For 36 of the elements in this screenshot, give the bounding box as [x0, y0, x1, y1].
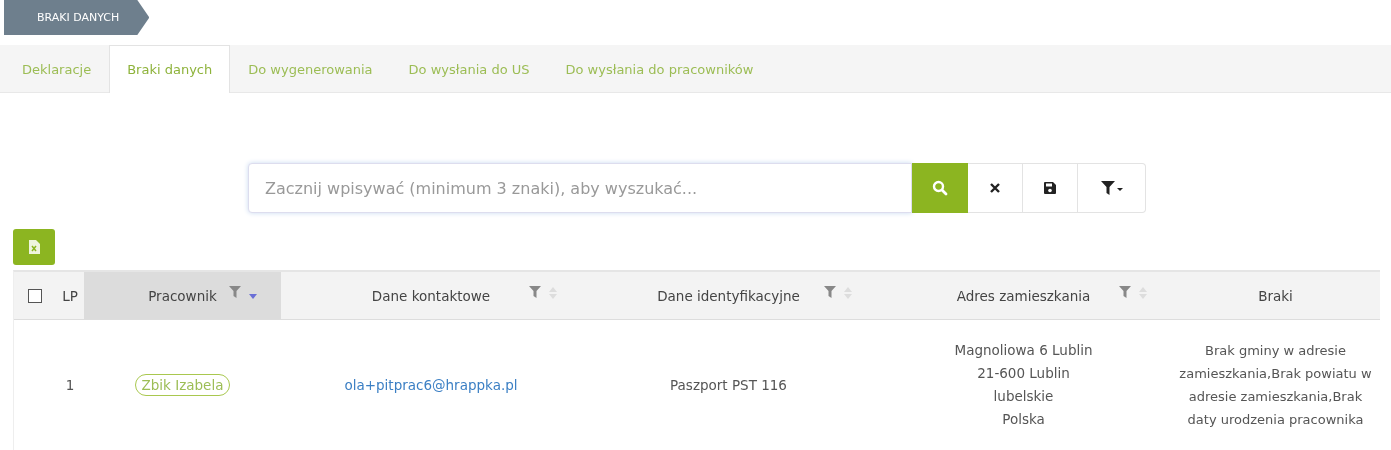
filter-icon[interactable]: [529, 286, 541, 298]
column-header[interactable]: Adres zamieszkania: [876, 272, 1171, 319]
tab[interactable]: Braki danych: [109, 45, 231, 93]
filter-icon[interactable]: [1119, 286, 1131, 298]
column-label: Adres zamieszkania: [956, 287, 1091, 304]
filter-caret-icon: [1099, 180, 1124, 196]
filter-button[interactable]: [1078, 163, 1146, 213]
search-icon: [931, 180, 948, 196]
column-label: Dane identyfikacyjne: [657, 287, 800, 304]
column-label: Braki: [1258, 287, 1293, 304]
column-label: Pracownik: [148, 287, 217, 304]
identification-cell-text: Paszport PST 116: [669, 376, 788, 395]
column-label: Dane kontaktowe: [371, 287, 491, 304]
search-field[interactable]: Zacznij wpisywać (minimum 3 znaki), aby wyszukać...: [248, 163, 912, 213]
missing-data-text: Brak gminy w adresie zamieszkania,Brak powiatu w adresie zamieszkania,Brak daty urodzenia pracownika: [1178, 342, 1373, 429]
address-line: 21-600 Lublin: [977, 364, 1070, 383]
select-all-checkbox[interactable]: [28, 288, 42, 303]
column-header[interactable]: Pracownik: [84, 272, 281, 319]
column-header[interactable]: Dane identyfikacyjne: [581, 272, 876, 319]
row-number: 1: [64, 376, 76, 395]
column-header[interactable]: Dane kontaktowe: [281, 272, 581, 319]
breadcrumb[interactable]: BRAKI DANYCH: [4, 0, 150, 35]
save-button[interactable]: [1023, 163, 1078, 213]
search-button[interactable]: [912, 163, 968, 213]
address-line: Polska: [1002, 410, 1045, 429]
column-header[interactable]: Braki: [1171, 272, 1380, 319]
column-header[interactable]: LP: [56, 272, 84, 319]
address-line: Magnoliowa 6 Lublin: [954, 341, 1093, 360]
filter-icon[interactable]: [229, 286, 241, 298]
filter-icon[interactable]: [824, 286, 836, 298]
close-icon: [989, 182, 1001, 194]
excel-export-button[interactable]: [13, 229, 55, 265]
column-label: LP: [62, 287, 78, 304]
email-link[interactable]: ola+pitprac6@hrappka.pl: [344, 377, 518, 393]
address-line: lubelskie: [993, 387, 1054, 406]
spreadsheet-icon: [28, 240, 40, 254]
